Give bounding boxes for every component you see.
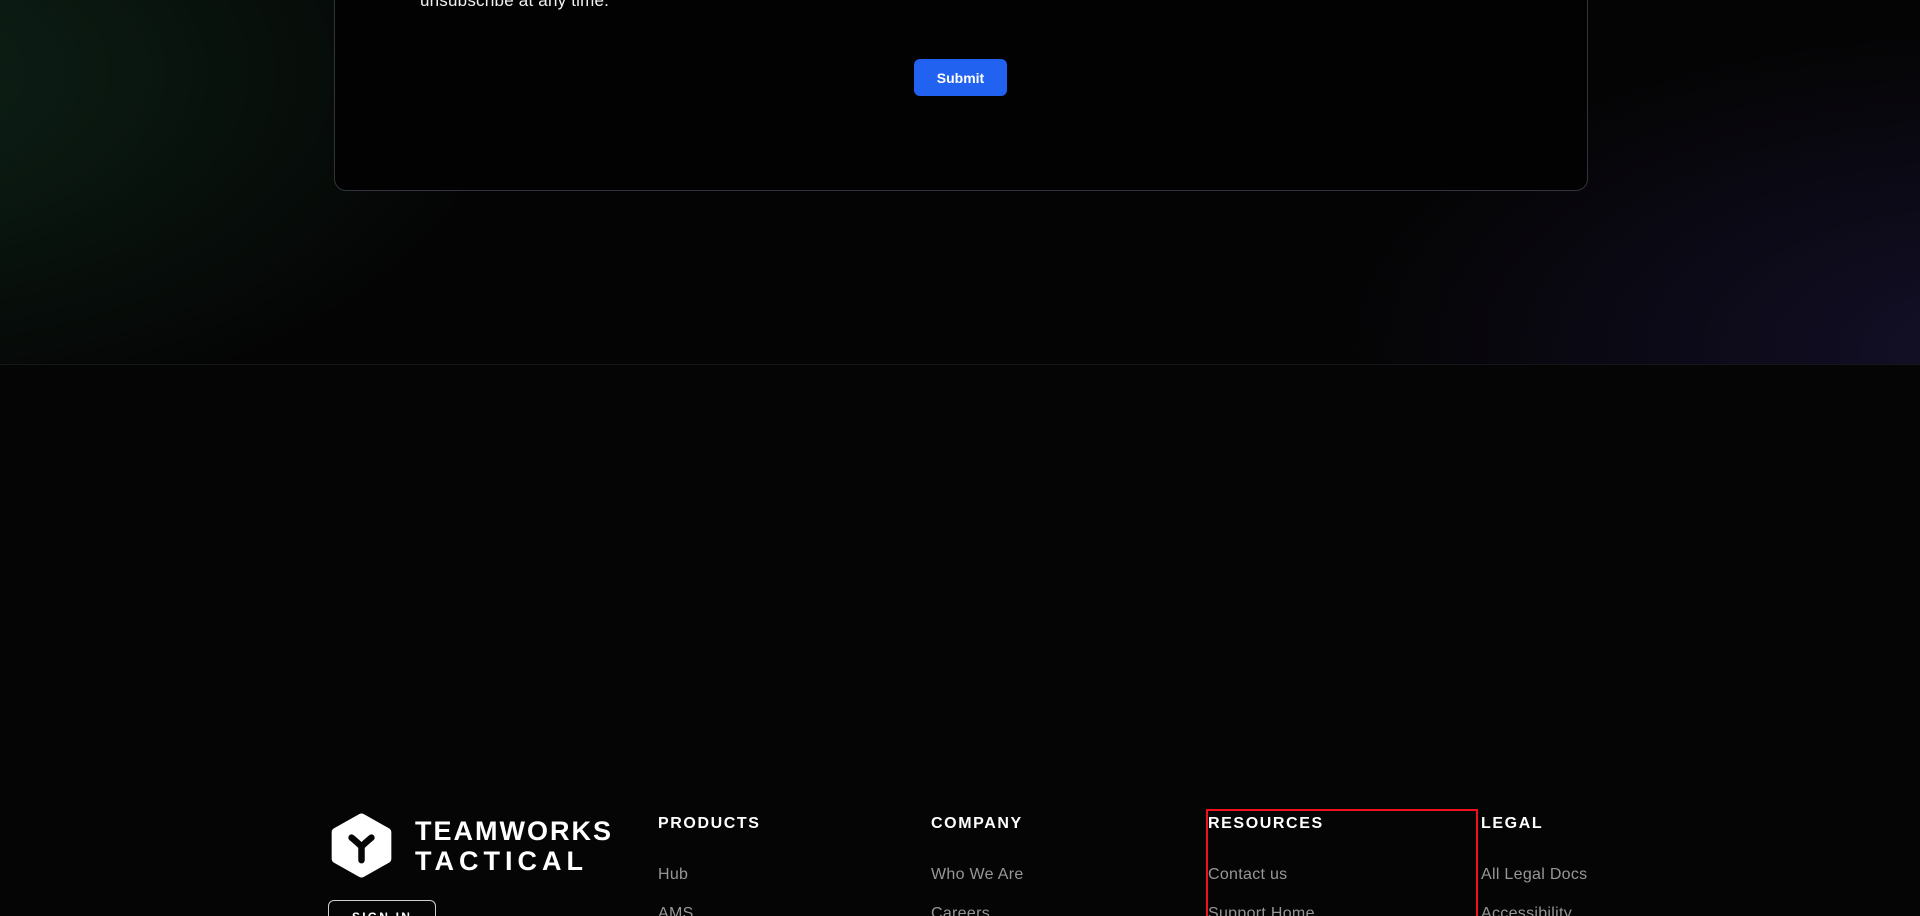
footer-link-all-legal-docs[interactable]: All Legal Docs bbox=[1481, 866, 1711, 884]
footer-link-ams[interactable]: AMS bbox=[658, 905, 888, 916]
footer-link-contact-us[interactable]: Contact us bbox=[1208, 866, 1438, 884]
legal-heading: LEGAL bbox=[1481, 815, 1711, 833]
products-heading: PRODUCTS bbox=[658, 815, 888, 833]
footer-column-company: COMPANY Who We Are Careers bbox=[931, 815, 1161, 916]
footer-column-resources: RESOURCES Contact us Support Home Learni… bbox=[1208, 815, 1438, 916]
footer-link-careers[interactable]: Careers bbox=[931, 905, 1161, 916]
submit-button[interactable]: Submit bbox=[914, 59, 1007, 96]
footer-link-accessibility[interactable]: Accessibility bbox=[1481, 905, 1711, 916]
teamworks-hexagon-icon bbox=[328, 812, 395, 879]
footer-link-hub[interactable]: Hub bbox=[658, 866, 888, 884]
page: unsubscribe at any time. Submit TEAMWORK… bbox=[0, 0, 1920, 916]
company-heading: COMPANY bbox=[931, 815, 1161, 833]
resources-heading: RESOURCES bbox=[1208, 815, 1438, 833]
footer-link-who-we-are[interactable]: Who We Are bbox=[931, 866, 1161, 884]
footer-column-products: PRODUCTS Hub AMS Nutrition bbox=[658, 815, 888, 916]
brand-logo[interactable]: TEAMWORKS TACTICAL bbox=[328, 812, 613, 879]
sign-in-button[interactable]: SIGN IN bbox=[328, 900, 436, 916]
newsletter-section: unsubscribe at any time. Submit bbox=[0, 0, 1920, 364]
brand-line1: TEAMWORKS bbox=[415, 816, 613, 846]
footer-column-legal: LEGAL All Legal Docs Accessibility Priva… bbox=[1481, 815, 1711, 916]
brand-line2: TACTICAL bbox=[415, 846, 613, 876]
footer-link-support-home[interactable]: Support Home bbox=[1208, 905, 1438, 916]
brand-wordmark: TEAMWORKS TACTICAL bbox=[415, 812, 613, 879]
site-footer: TEAMWORKS TACTICAL SIGN IN (202) 875-893… bbox=[0, 364, 1920, 916]
newsletter-disclaimer-text: unsubscribe at any time. bbox=[420, 0, 609, 11]
